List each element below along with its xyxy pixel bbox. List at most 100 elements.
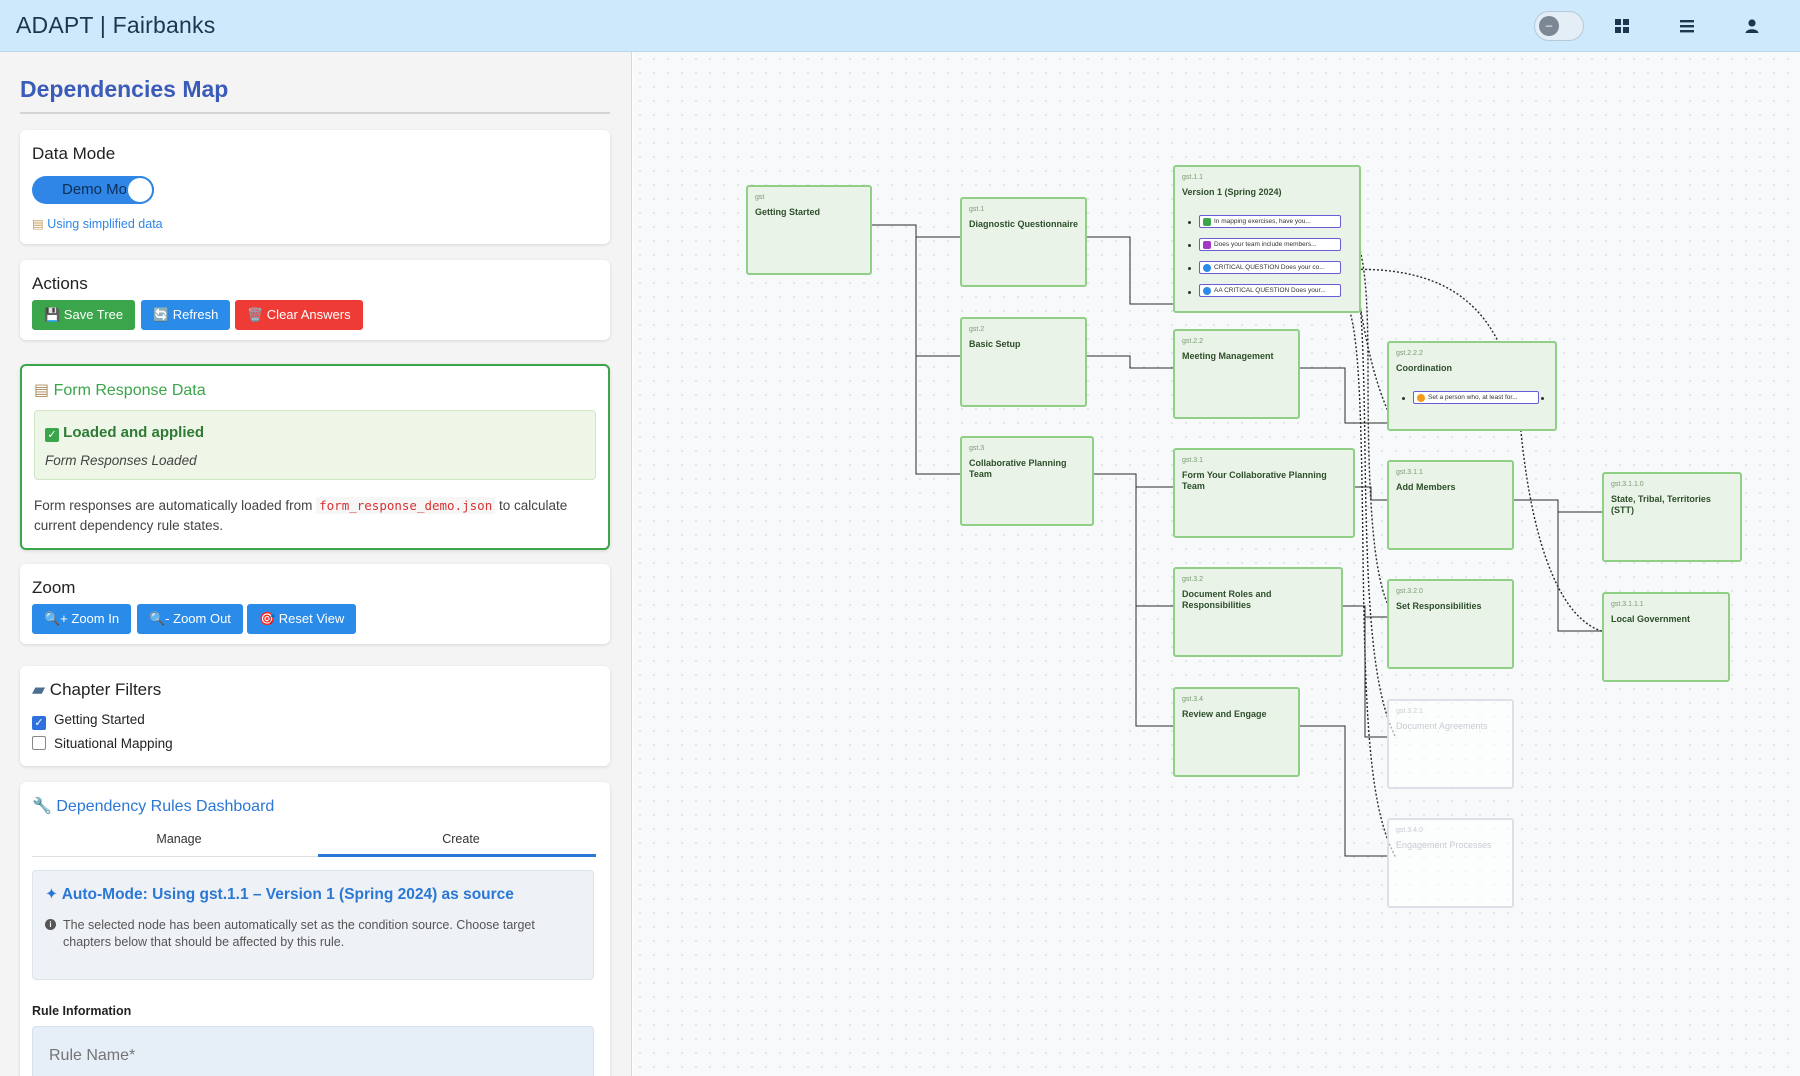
node-title: Set Responsibilities	[1396, 601, 1482, 611]
zoom-out-button[interactable]: 🔍- Zoom Out	[137, 604, 243, 634]
map-node-gst3110[interactable]: gst.3.1.1.0 State, Tribal, Territories (…	[1602, 472, 1742, 562]
node-id: gst.3	[969, 445, 985, 452]
status-loaded: ✓ Loaded and applied	[45, 424, 204, 442]
map-node-gst22[interactable]: gst.2.2 Meeting Management	[1173, 329, 1300, 419]
folder-icon: ▰	[32, 680, 50, 699]
map-node-gst321[interactable]: gst.3.2.1 Document Agreements	[1387, 699, 1514, 789]
zoom-heading: Zoom	[32, 578, 76, 597]
data-mode-heading: Data Mode	[32, 144, 116, 163]
dependency-rules-card: 🔧 Dependency Rules Dashboard Manage Crea…	[20, 782, 610, 1076]
active-tab-indicator	[318, 854, 596, 857]
node-id: gst.3.4	[1182, 696, 1204, 703]
link-gst22-gst222	[1298, 367, 1389, 424]
bullet-dot	[1402, 397, 1405, 400]
node-id: gst.1	[969, 206, 985, 213]
node-title: Form Your Collaborative Planning Team	[1182, 470, 1327, 491]
map-node-gst[interactable]: gst Getting Started	[746, 185, 872, 275]
reset-view-button[interactable]: 🎯 Reset View	[247, 604, 357, 634]
chapter-filters-card: ▰ Chapter Filters ✓ Getting Started Situa…	[20, 666, 610, 766]
toggle-knob	[128, 178, 152, 202]
map-node-gst2[interactable]: gst.2 Basic Setup	[960, 317, 1087, 407]
node-id: gst.3.2	[1182, 576, 1204, 583]
link-gst3-gst32	[1092, 473, 1176, 607]
tab-create[interactable]: Create	[336, 832, 586, 846]
grid-icon[interactable]	[1610, 14, 1634, 38]
map-node-gst3[interactable]: gst.3 Collaborative Planning Team	[960, 436, 1094, 526]
form-response-status-box: ✓ Loaded and applied Form Responses Load…	[34, 410, 596, 480]
page-title: Dependencies Map	[20, 76, 229, 102]
save-tree-button[interactable]: 💾 Save Tree	[32, 300, 136, 330]
filter-situational-mapping[interactable]: Situational Mapping	[32, 736, 173, 751]
question-item-1[interactable]: In mapping exercises, have you...	[1199, 215, 1341, 228]
map-node-gst31[interactable]: gst.3.1 Form Your Collaborative Planning…	[1173, 448, 1355, 538]
question-item-2[interactable]: Does your team include members...	[1199, 238, 1341, 251]
dependency-rules-title: Dependency Rules Dashboard	[56, 798, 275, 815]
rule-name-input[interactable]	[32, 1026, 594, 1076]
clear-answers-button[interactable]: 🗑️ Clear Answers	[235, 300, 363, 330]
question-text: Does your team include members...	[1214, 241, 1317, 248]
filter-label: Situational Mapping	[54, 736, 173, 751]
checkmark-icon: ✓	[45, 428, 59, 442]
checkbox-checked[interactable]: ✓	[32, 716, 46, 730]
node-title: Engagement Processes	[1396, 840, 1492, 850]
info-icon: i	[45, 919, 56, 930]
bullet-dot	[1541, 397, 1544, 400]
map-node-gst320[interactable]: gst.3.2.0 Set Responsibilities	[1387, 579, 1514, 669]
actions-heading: Actions	[32, 274, 88, 293]
checkbox-unchecked[interactable]	[32, 736, 46, 750]
node-title: Version 1 (Spring 2024)	[1182, 187, 1282, 197]
orange-circle-icon	[1417, 394, 1425, 402]
simplified-data-note: ▤ Using simplified data	[32, 216, 163, 231]
question-item-4[interactable]: AA CRITICAL QUESTION Does your...	[1199, 284, 1341, 297]
map-node-gst340[interactable]: gst.3.4.0 Engagement Processes	[1387, 818, 1514, 908]
link-gst2-gst22	[1085, 355, 1176, 369]
refresh-button[interactable]: 🔄 Refresh	[141, 300, 231, 330]
user-icon[interactable]	[1740, 14, 1764, 38]
clipboard-icon: ▤	[34, 382, 54, 399]
actions-card: Actions 💾 Save Tree 🔄 Refresh 🗑️ Clear A…	[20, 260, 610, 340]
question-text: In mapping exercises, have you...	[1214, 218, 1311, 225]
node-id: gst.2.2.2	[1396, 350, 1423, 357]
node-title: Review and Engage	[1182, 709, 1267, 719]
node-title: Meeting Management	[1182, 351, 1274, 361]
question-text: CRITICAL QUESTION Does your co...	[1214, 264, 1325, 271]
question-item-3[interactable]: CRITICAL QUESTION Does your co...	[1199, 261, 1341, 274]
menu-icon[interactable]	[1675, 14, 1699, 38]
app-brand[interactable]: ADAPT | Fairbanks	[16, 12, 215, 39]
coordination-item[interactable]: Set a person who, at least for...	[1413, 391, 1539, 404]
status-subtext: Form Responses Loaded	[45, 453, 197, 468]
filter-getting-started[interactable]: ✓ Getting Started	[32, 712, 145, 730]
top-app-bar: ADAPT | Fairbanks –	[0, 0, 1800, 52]
link-gst31-gst311	[1353, 486, 1389, 501]
node-title: Coordination	[1396, 363, 1452, 373]
node-id: gst.1.1	[1182, 174, 1204, 181]
map-node-gst32[interactable]: gst.3.2 Document Roles and Responsibilit…	[1173, 567, 1343, 657]
title-divider	[20, 112, 610, 114]
node-id: gst.3.2.1	[1396, 708, 1423, 715]
node-title: Getting Started	[755, 207, 821, 217]
link-gst32-gst321	[1340, 605, 1389, 738]
zoom-in-button[interactable]: 🔍+ Zoom In	[32, 604, 132, 634]
map-node-gst311[interactable]: gst.3.1.1 Add Members	[1387, 460, 1514, 550]
theme-toggle-icon: –	[1539, 16, 1559, 36]
tab-manage[interactable]: Manage	[54, 832, 304, 846]
node-id: gst.2	[969, 326, 985, 333]
theme-toggle[interactable]: –	[1534, 11, 1584, 41]
map-node-gst1[interactable]: gst.1 Diagnostic Questionnaire	[960, 197, 1087, 287]
dependency-map-canvas[interactable]: gst Getting Started gst.1 Diagnostic Que…	[633, 52, 1800, 1076]
chapter-filters-title: Chapter Filters	[49, 680, 162, 699]
node-id: gst	[755, 194, 765, 201]
map-node-gst11[interactable]: gst.1.1 Version 1 (Spring 2024) In mappi…	[1173, 165, 1361, 313]
map-node-gst34[interactable]: gst.3.4 Review and Engage	[1173, 687, 1300, 777]
node-id: gst.3.1.1.1	[1611, 601, 1644, 608]
node-id: gst.3.2.0	[1396, 588, 1423, 595]
chapter-filters-heading: ▰ Chapter Filters	[32, 680, 161, 700]
map-node-gst3111[interactable]: gst.3.1.1.1 Local Government	[1602, 592, 1730, 682]
data-mode-card: Data Mode Demo Mode ▤ Using simplified d…	[20, 130, 610, 244]
link-gst-gst3	[865, 224, 963, 475]
node-title: Add Members	[1396, 482, 1456, 492]
node-title: State, Tribal, Territories (STT)	[1611, 494, 1711, 515]
demo-mode-toggle[interactable]: Demo Mode	[32, 176, 154, 204]
sidebar-panel: Dependencies Map Data Mode Demo Mode ▤ U…	[0, 52, 632, 1076]
map-node-gst222[interactable]: gst.2.2.2 Coordination Set a person who,…	[1387, 341, 1557, 431]
